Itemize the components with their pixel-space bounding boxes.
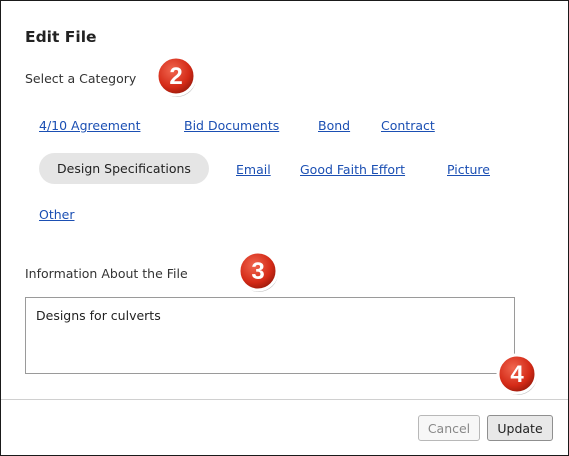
category-contract[interactable]: Contract [381, 118, 435, 133]
step-3-callout-icon: 3 [237, 250, 279, 292]
category-picture[interactable]: Picture [447, 162, 490, 177]
category-other[interactable]: Other [39, 207, 75, 222]
step-4-callout-icon: 4 [496, 353, 538, 395]
step-4-number: 4 [510, 361, 524, 388]
step-2-number: 2 [169, 63, 182, 90]
step-2-callout-icon: 2 [155, 55, 197, 97]
info-label: Information About the File [25, 266, 188, 281]
info-textarea[interactable]: Designs for culverts [25, 297, 515, 374]
update-button[interactable]: Update [487, 415, 553, 441]
category-label: Select a Category [25, 71, 137, 86]
category-email[interactable]: Email [236, 162, 271, 177]
category-bid-documents[interactable]: Bid Documents [184, 118, 279, 133]
dialog-title: Edit File [25, 28, 97, 46]
footer-divider [1, 399, 568, 400]
step-3-number: 3 [251, 258, 264, 285]
category-4-10-agreement[interactable]: 4/10 Agreement [39, 118, 140, 133]
cancel-button[interactable]: Cancel [418, 415, 480, 441]
edit-file-dialog: Edit File Select a Category 4/10 Agreeme… [0, 0, 569, 456]
category-design-specifications-selected[interactable]: Design Specifications [39, 153, 209, 184]
category-bond[interactable]: Bond [318, 118, 350, 133]
category-good-faith-effort[interactable]: Good Faith Effort [300, 162, 405, 177]
